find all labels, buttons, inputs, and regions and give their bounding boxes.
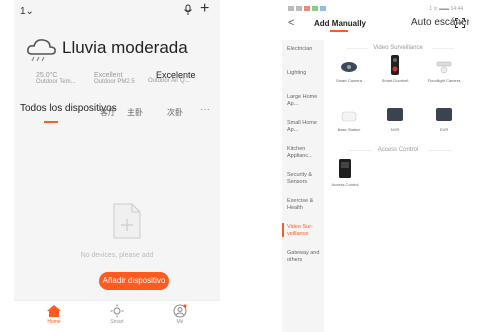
tab-room-2[interactable]: 客厅 (100, 107, 116, 118)
add-device-button[interactable]: Añadir dispositivo (99, 272, 169, 290)
device-nvr[interactable]: NVR (378, 105, 412, 132)
tab-add-manually[interactable]: Add Manually (314, 19, 366, 28)
floodlight-camera-icon (436, 61, 452, 74)
nav-smart[interactable]: Smart (97, 304, 137, 325)
home-screen: 1⌄ + Lluvia moderada 25.0°C Outdoor Tem.… (14, 0, 220, 332)
weather-condition: Lluvia moderada (62, 38, 188, 57)
dvr-icon (436, 108, 452, 121)
nvr-icon (387, 108, 403, 121)
empty-document-icon (113, 203, 141, 239)
status-icons (288, 6, 326, 11)
active-tab-indicator (44, 121, 58, 123)
home-icon (47, 305, 61, 317)
device-smart-doorbell[interactable]: Smart Doorbell (378, 54, 412, 83)
category-video-surveillance[interactable]: Video Sur-veillance (287, 224, 323, 238)
device-smart-camera[interactable]: Smart Camera (332, 58, 366, 83)
scan-icon[interactable] (455, 18, 465, 28)
empty-state-text: No devices, please add (80, 252, 154, 259)
tab-room-3[interactable]: 主卧 (127, 107, 143, 118)
base-station-icon (341, 111, 357, 122)
profile-icon (173, 304, 187, 318)
category-kitchen-appliances[interactable]: Kitchen Applianc... (287, 146, 323, 160)
category-security-sensors[interactable]: Security & Sensors (287, 172, 323, 186)
bottom-nav: Home Smart Me (14, 300, 220, 332)
category-electrician[interactable]: Electrician (287, 46, 323, 53)
category-lighting[interactable]: Lighting (287, 70, 323, 77)
back-button[interactable]: < (288, 17, 294, 29)
air-quality-value: Excelente (156, 70, 196, 80)
stat-temperature: 25.0°C Outdoor Tem... (36, 72, 76, 85)
doorbell-icon (391, 55, 399, 75)
active-category-indicator (282, 223, 284, 237)
home-selector[interactable]: 1⌄ (20, 6, 34, 17)
category-small-home-appliances[interactable]: Small Home Ap... (287, 120, 323, 134)
category-large-home-appliances[interactable]: Large Home Ap... (287, 94, 323, 108)
device-access-control[interactable]: Access Control (328, 158, 362, 187)
access-control-icon (339, 159, 351, 178)
tab-room-4[interactable]: 次卧 (167, 107, 183, 118)
nav-home[interactable]: Home (34, 304, 74, 325)
rain-cloud-icon (27, 39, 56, 62)
status-time: 1 ⊙ ▬▬ 14:44 (429, 6, 463, 12)
category-exercise-health[interactable]: Exercise & Health (287, 198, 323, 212)
add-icon[interactable]: + (200, 1, 209, 17)
sun-icon (110, 304, 124, 318)
category-gateway-others[interactable]: Gateway and others (287, 250, 323, 264)
device-base-station[interactable]: Base Station (332, 107, 366, 132)
add-device-screen: 1 ⊙ ▬▬ 14:44 < Add Manually Auto escáner… (282, 0, 469, 332)
nav-me[interactable]: Me (160, 304, 200, 325)
more-tabs-icon[interactable]: ··· (200, 104, 210, 115)
smart-camera-icon (341, 62, 357, 72)
stat-pm25: Excellent Outdoor PM2.5 (94, 72, 135, 85)
category-sidebar: Electrician Lighting Large Home Ap... Sm… (282, 40, 324, 332)
active-tab-indicator (330, 30, 348, 32)
device-dvr[interactable]: DVR (427, 105, 461, 132)
divider (428, 150, 452, 151)
microphone-icon[interactable] (182, 4, 194, 16)
divider (432, 48, 454, 49)
device-floodlight-camera[interactable]: Floodlight Camera (427, 56, 461, 83)
